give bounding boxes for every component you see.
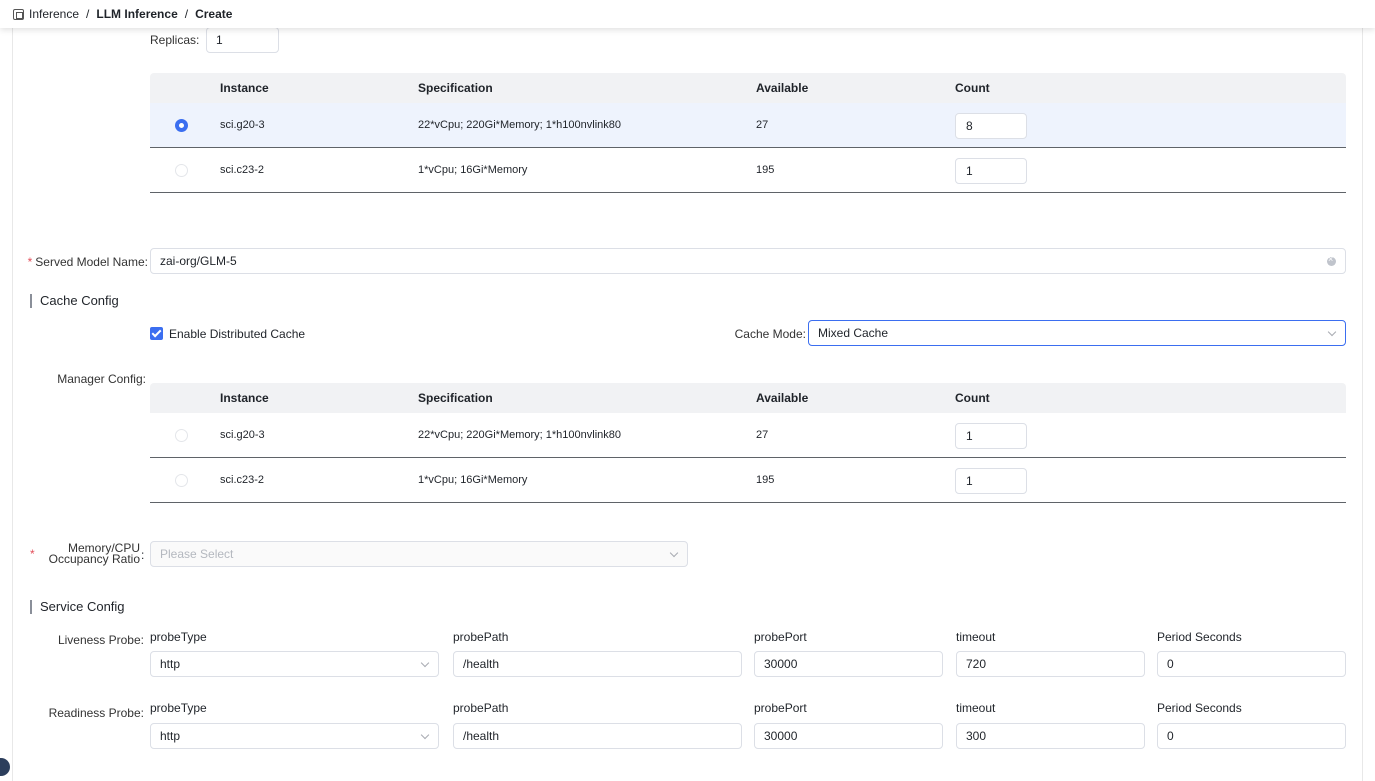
cache-mode-label: Cache Mode:	[734, 327, 806, 341]
clear-icon[interactable]	[1327, 254, 1336, 266]
liveness-probe-label: Liveness Probe:	[57, 633, 144, 647]
col-instance: Instance	[220, 81, 269, 95]
chevron-down-icon	[669, 548, 679, 558]
readiness-probe-port-input[interactable]: 30000	[754, 723, 943, 749]
assistant-launcher-icon[interactable]	[0, 758, 10, 776]
period-seconds-label: Period Seconds	[1157, 630, 1242, 644]
chevron-down-icon	[420, 730, 430, 740]
memory-ratio-select[interactable]: Please Select	[150, 541, 688, 567]
enable-cache-checkbox[interactable]	[150, 327, 163, 340]
row-count-input[interactable]: 1	[955, 158, 1027, 184]
manager-table-header: Instance Specification Available Count	[150, 383, 1346, 413]
readiness-probe-type-select[interactable]: http	[150, 723, 439, 749]
row-available: 195	[756, 474, 775, 486]
timeout-label: timeout	[956, 630, 996, 644]
row-instance: sci.c23-2	[220, 474, 265, 486]
row-instance: sci.g20-3	[220, 119, 265, 131]
liveness-period-input[interactable]: 0	[1157, 651, 1346, 677]
breadcrumb-page: Create	[195, 7, 233, 21]
readiness-probe-label: Readiness Probe:	[48, 706, 144, 720]
row-available: 27	[756, 119, 769, 131]
chevron-down-icon	[1327, 327, 1337, 337]
row-radio[interactable]	[175, 119, 188, 132]
row-specification: 22*vCpu; 220Gi*Memory; 1*h100nvlink80	[418, 119, 622, 131]
breadcrumb-root[interactable]: Inference	[29, 7, 79, 21]
breadcrumb-separator: /	[184, 7, 189, 21]
col-available: Available	[756, 81, 809, 95]
table-row[interactable]: sci.c23-2 1*vCpu; 16Gi*Memory 195 1	[150, 458, 1346, 503]
row-count-input[interactable]: 1	[955, 468, 1027, 494]
timeout-label: timeout	[956, 701, 996, 715]
replicas-label: Replicas:	[150, 33, 200, 47]
row-radio[interactable]	[175, 164, 188, 177]
liveness-timeout-input[interactable]: 720	[956, 651, 1145, 677]
col-count: Count	[955, 81, 990, 95]
instance-table-header: Instance Specification Available Count	[150, 73, 1346, 103]
row-available: 195	[756, 164, 775, 176]
probe-path-label: probePath	[453, 701, 509, 715]
served-model-label: * Served Model Name:	[27, 255, 148, 269]
memory-ratio-label: Memory/CPU Occupancy Ratio	[48, 541, 140, 566]
readiness-period-input[interactable]: 0	[1157, 723, 1346, 749]
liveness-probe-port-input[interactable]: 30000	[754, 651, 943, 677]
served-model-input[interactable]: zai-org/GLM-5	[150, 248, 1346, 274]
liveness-probe-type-select[interactable]: http	[150, 651, 439, 677]
col-specification: Specification	[418, 391, 493, 405]
period-seconds-label: Period Seconds	[1157, 701, 1242, 715]
probe-type-label: probeType	[150, 701, 207, 715]
table-row[interactable]: sci.c23-2 1*vCpu; 16Gi*Memory 195 1	[150, 148, 1346, 193]
row-radio[interactable]	[175, 429, 188, 442]
col-count: Count	[955, 391, 990, 405]
enable-cache-label: Enable Distributed Cache	[169, 327, 306, 341]
replicas-input[interactable]: 1	[206, 27, 279, 53]
panel-border-left	[12, 28, 13, 781]
breadcrumb: Inference / LLM Inference / Create	[0, 0, 1375, 28]
row-count-input[interactable]: 1	[955, 423, 1027, 449]
probe-port-label: probePort	[754, 701, 807, 715]
breadcrumb-separator: /	[86, 7, 90, 21]
liveness-probe-path-input[interactable]: /health	[453, 651, 742, 677]
row-available: 27	[756, 429, 769, 441]
readiness-probe-path-input[interactable]: /health	[453, 723, 742, 749]
readiness-timeout-input[interactable]: 300	[956, 723, 1145, 749]
table-row[interactable]: sci.g20-3 22*vCpu; 220Gi*Memory; 1*h100n…	[150, 103, 1346, 148]
row-specification: 22*vCpu; 220Gi*Memory; 1*h100nvlink80	[418, 429, 622, 441]
col-instance: Instance	[220, 391, 269, 405]
probe-path-label: probePath	[453, 630, 509, 644]
manager-config-label: Manager Config:	[57, 372, 146, 386]
row-instance: sci.c23-2	[220, 164, 265, 176]
row-specification: 1*vCpu; 16Gi*Memory	[418, 164, 528, 176]
breadcrumb-section[interactable]: LLM Inference	[96, 7, 177, 21]
table-row[interactable]: sci.g20-3 22*vCpu; 220Gi*Memory; 1*h100n…	[150, 413, 1346, 458]
chevron-down-icon	[420, 658, 430, 668]
col-specification: Specification	[418, 81, 493, 95]
panel-border-right	[1362, 28, 1363, 781]
row-specification: 1*vCpu; 16Gi*Memory	[418, 474, 528, 486]
row-instance: sci.g20-3	[220, 429, 265, 441]
row-count-input[interactable]: 8	[955, 113, 1027, 139]
row-radio[interactable]	[175, 474, 188, 487]
col-available: Available	[756, 391, 809, 405]
required-marker: *	[30, 547, 35, 561]
probe-port-label: probePort	[754, 630, 807, 644]
inference-icon	[13, 8, 24, 20]
label-colon: :	[141, 548, 145, 562]
service-config-title: Service Config	[30, 600, 125, 614]
cache-mode-select[interactable]: Mixed Cache	[808, 320, 1346, 346]
probe-type-label: probeType	[150, 630, 207, 644]
cache-config-title: Cache Config	[30, 294, 119, 308]
